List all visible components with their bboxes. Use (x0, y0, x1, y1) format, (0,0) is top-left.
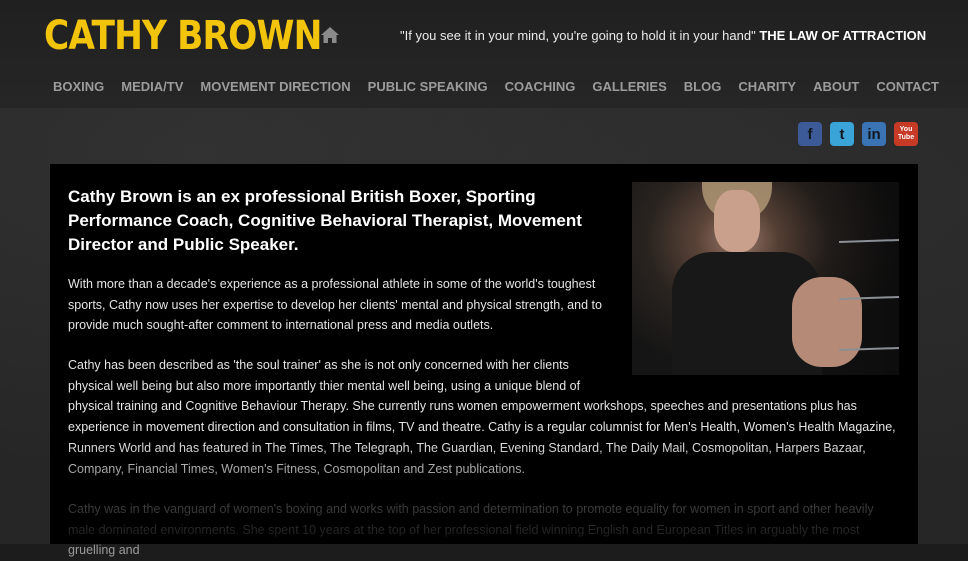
nav-item-movement-direction[interactable]: MOVEMENT DIRECTION (200, 79, 350, 94)
social-links: f t in You Tube (798, 122, 918, 146)
boxing-ring-ropes (839, 239, 899, 351)
paragraph-2-full-text: physical training and Cognitive Behaviou… (68, 399, 896, 476)
site-header: CATHY BROWN "If you see it in your mind,… (0, 0, 968, 108)
nav-item-boxing[interactable]: BOXING (53, 79, 104, 94)
youtube-icon[interactable]: You Tube (894, 122, 918, 146)
nav-item-blog[interactable]: BLOG (684, 79, 722, 94)
linkedin-glyph: in (867, 125, 881, 143)
intro-paragraph-2: Cathy has been described as 'the soul tr… (68, 355, 898, 479)
twitter-glyph: t (839, 125, 845, 143)
header-quote: "If you see it in your mind, you're goin… (400, 28, 926, 43)
linkedin-icon[interactable]: in (862, 122, 886, 146)
quote-attribution: THE LAW OF ATTRACTION (759, 28, 927, 43)
photo-face (714, 190, 760, 252)
intro-paragraph-3: Cathy was in the vanguard of women's box… (68, 502, 874, 558)
nav-item-coaching[interactable]: COACHING (505, 79, 576, 94)
profile-photo (632, 182, 899, 375)
facebook-glyph: f (807, 125, 813, 143)
youtube-glyph-bottom: Tube (897, 134, 915, 141)
main-nav: BOXING MEDIA/TV MOVEMENT DIRECTION PUBLI… (53, 79, 956, 94)
intro-headline: Cathy Brown is an ex professional Britis… (68, 187, 582, 254)
facebook-icon[interactable]: f (798, 122, 822, 146)
site-logo[interactable]: CATHY BROWN (44, 10, 322, 62)
nav-item-about[interactable]: ABOUT (813, 79, 859, 94)
nav-item-public-speaking[interactable]: PUBLIC SPEAKING (368, 79, 488, 94)
nav-item-charity[interactable]: CHARITY (738, 79, 796, 94)
quote-text: "If you see it in your mind, you're goin… (400, 28, 756, 43)
home-icon[interactable] (320, 26, 340, 44)
nav-item-galleries[interactable]: GALLERIES (592, 79, 666, 94)
paragraph-2-wrapped-text: Cathy has been described as 'the soul tr… (68, 358, 581, 393)
nav-item-media-tv[interactable]: MEDIA/TV (121, 79, 183, 94)
twitter-icon[interactable]: t (830, 122, 854, 146)
youtube-glyph-top: You (899, 126, 913, 133)
intro-paragraph-1: With more than a decade's experience as … (68, 277, 602, 333)
nav-item-contact[interactable]: CONTACT (876, 79, 939, 94)
